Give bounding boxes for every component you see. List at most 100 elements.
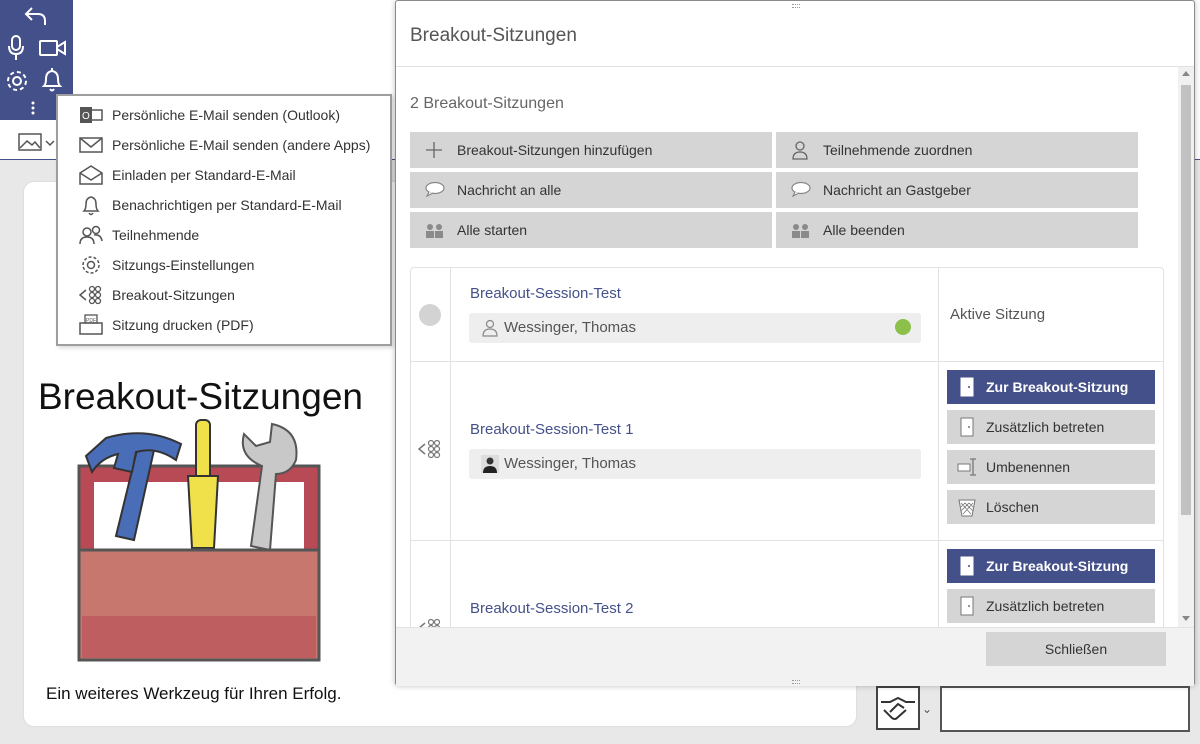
door-icon	[957, 596, 979, 616]
message-all-button[interactable]: Nachricht an alle	[410, 172, 772, 208]
speech-bubble-icon	[790, 180, 812, 200]
member-name: Wessinger, Thomas	[504, 455, 637, 472]
start-all-button[interactable]: Alle starten	[410, 212, 772, 248]
session-select-radio[interactable]	[419, 304, 441, 326]
scroll-up-arrow[interactable]	[1182, 71, 1190, 76]
microphone-icon[interactable]	[4, 35, 28, 61]
chat-input[interactable]	[940, 686, 1190, 732]
button-label: Zusätzlich betreten	[986, 419, 1105, 435]
breakout-icon	[417, 615, 443, 627]
toolbox-illustration	[76, 416, 326, 671]
menu-item-notify-email[interactable]: Benachrichtigen per Standard-E-Mail	[58, 190, 390, 220]
rename-button[interactable]: Umbenennen	[947, 450, 1155, 484]
member-item[interactable]: Wessinger, Thomas	[469, 313, 921, 343]
menu-item-label: Teilnehmende	[112, 227, 200, 243]
end-all-button[interactable]: Alle beenden	[776, 212, 1138, 248]
menu-item-breakout[interactable]: Breakout-Sitzungen	[58, 280, 390, 310]
table-row: Breakout-Session-Test Wessinger, Thomas …	[411, 268, 1163, 361]
chevron-down-icon[interactable]: ⌄	[922, 702, 932, 716]
more-options-menu: O Persönliche E-Mail senden (Outlook) Pe…	[56, 94, 392, 346]
group-start-icon	[424, 220, 446, 240]
envelope-icon	[78, 134, 106, 158]
avatar	[481, 455, 499, 473]
breakout-dialog: Breakout-Sitzungen 2 Breakout-Sitzungen …	[395, 0, 1195, 686]
printer-pdf-icon: PDF	[78, 314, 106, 338]
session-status: Aktive Sitzung	[950, 306, 1046, 323]
camera-icon[interactable]	[38, 36, 68, 60]
member-name: Wessinger, Thomas	[504, 319, 637, 336]
join-additionally-button[interactable]: Zusätzlich betreten	[947, 410, 1155, 444]
svg-text:O: O	[82, 111, 90, 122]
assign-participants-button[interactable]: Teilnehmende zuordnen	[776, 132, 1138, 168]
breakout-icon	[78, 284, 106, 308]
menu-item-email-other[interactable]: Persönliche E-Mail senden (andere Apps)	[58, 130, 390, 160]
resize-handle-top[interactable]	[792, 4, 800, 8]
menu-item-label: Breakout-Sitzungen	[112, 287, 235, 303]
speech-bubble-icon	[424, 180, 446, 200]
resize-handle-bottom[interactable]	[792, 680, 800, 684]
rename-icon	[957, 457, 979, 477]
online-status-dot	[895, 319, 911, 335]
message-host-button[interactable]: Nachricht an Gastgeber	[776, 172, 1138, 208]
gear-icon[interactable]	[3, 67, 31, 95]
button-label: Alle beenden	[823, 222, 905, 238]
table-row: Breakout-Session-Test 2 Zur Breakout-Sit…	[411, 541, 1163, 627]
undo-icon[interactable]	[22, 4, 50, 28]
scroll-down-arrow[interactable]	[1182, 616, 1190, 621]
menu-item-label: Benachrichtigen per Standard-E-Mail	[112, 197, 342, 213]
session-name-link[interactable]: Breakout-Session-Test	[470, 285, 621, 302]
join-additionally-button[interactable]: Zusätzlich betreten	[947, 589, 1155, 623]
dialog-title: Breakout-Sitzungen	[410, 25, 577, 46]
user-icon	[481, 319, 499, 337]
menu-item-label: Sitzungs-Einstellungen	[112, 257, 255, 273]
dialog-body: 2 Breakout-Sitzungen Breakout-Sitzungen …	[396, 67, 1180, 627]
handshake-icon[interactable]	[876, 686, 920, 730]
door-icon	[957, 417, 979, 437]
menu-item-print-pdf[interactable]: PDF Sitzung drucken (PDF)	[58, 310, 390, 340]
menu-item-label: Persönliche E-Mail senden (Outlook)	[112, 107, 340, 123]
member-item[interactable]: Wessinger, Thomas	[469, 449, 921, 479]
breakout-icon	[417, 436, 443, 462]
door-icon	[957, 556, 979, 576]
bell-icon[interactable]	[39, 66, 65, 94]
user-icon	[790, 140, 812, 160]
bell-icon	[78, 194, 106, 218]
menu-item-label: Einladen per Standard-E-Mail	[112, 167, 296, 183]
outlook-icon: O	[78, 104, 106, 128]
slide-title: Breakout-Sitzungen	[38, 376, 363, 417]
button-label: Nachricht an alle	[457, 182, 562, 198]
close-button[interactable]: Schließen	[986, 632, 1166, 666]
plus-icon	[424, 140, 446, 160]
menu-item-email-outlook[interactable]: O Persönliche E-Mail senden (Outlook)	[58, 100, 390, 130]
session-name-link[interactable]: Breakout-Session-Test 2	[470, 600, 633, 617]
door-icon	[957, 377, 979, 397]
scroll-thumb[interactable]	[1181, 85, 1191, 515]
menu-item-session-settings[interactable]: Sitzungs-Einstellungen	[58, 250, 390, 280]
table-row: Breakout-Session-Test 1 Wessinger, Thoma…	[411, 362, 1163, 540]
button-label: Teilnehmende zuordnen	[823, 142, 973, 158]
button-label: Umbenennen	[986, 459, 1071, 475]
button-label: Breakout-Sitzungen hinzufügen	[457, 142, 653, 158]
delete-button[interactable]: Löschen	[947, 490, 1155, 524]
session-name-link[interactable]: Breakout-Session-Test 1	[470, 421, 633, 438]
join-breakout-button[interactable]: Zur Breakout-Sitzung	[947, 549, 1155, 583]
button-label: Zur Breakout-Sitzung	[986, 379, 1129, 395]
button-label: Zusätzlich betreten	[986, 598, 1105, 614]
gear-icon	[78, 254, 106, 278]
menu-item-label: Persönliche E-Mail senden (andere Apps)	[112, 137, 371, 153]
button-label: Zur Breakout-Sitzung	[986, 558, 1129, 574]
menu-item-invite-email[interactable]: Einladen per Standard-E-Mail	[58, 160, 390, 190]
session-count: 2 Breakout-Sitzungen	[410, 95, 564, 112]
more-vertical-icon[interactable]	[26, 100, 40, 116]
users-icon	[78, 224, 106, 248]
button-label: Löschen	[986, 499, 1039, 515]
sessions-table: Breakout-Session-Test Wessinger, Thomas …	[410, 267, 1164, 627]
button-label: Alle starten	[457, 222, 528, 238]
join-breakout-button[interactable]: Zur Breakout-Sitzung	[947, 370, 1155, 404]
add-breakout-button[interactable]: Breakout-Sitzungen hinzufügen	[410, 132, 772, 168]
button-label: Nachricht an Gastgeber	[823, 182, 971, 198]
dialog-footer: Schließen	[396, 628, 1194, 686]
dialog-scrollbar[interactable]	[1178, 67, 1194, 627]
menu-item-participants[interactable]: Teilnehmende	[58, 220, 390, 250]
menu-item-label: Sitzung drucken (PDF)	[112, 317, 254, 333]
